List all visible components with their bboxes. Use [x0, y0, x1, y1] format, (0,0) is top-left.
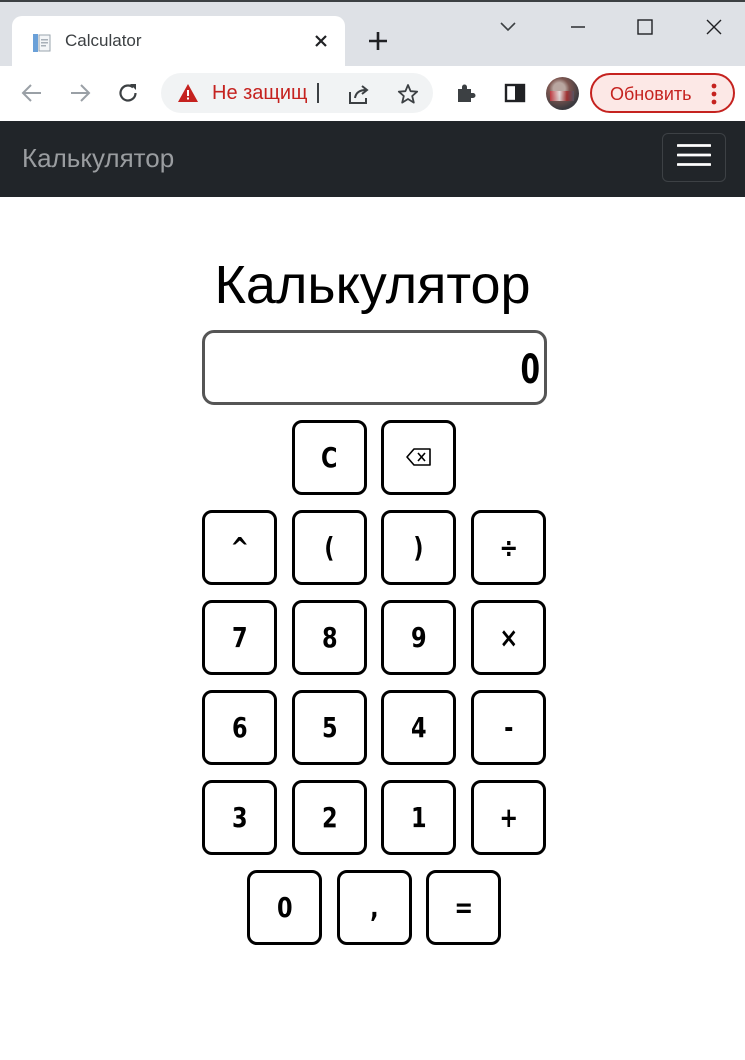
bookmark-star-icon[interactable] [396, 82, 420, 106]
forward-arrow-icon[interactable] [66, 79, 94, 107]
security-warning-text[interactable]: Не защищ [212, 82, 308, 105]
browser-toolbar: Не защищ Обновить [0, 66, 745, 121]
extensions-puzzle-icon[interactable] [453, 80, 479, 106]
plus-button[interactable]: + [471, 780, 546, 855]
browser-tab-strip: Calculator [0, 0, 745, 68]
profile-avatar[interactable] [546, 77, 579, 110]
digit-7-button[interactable]: 7 [202, 600, 277, 675]
page-favicon-icon [31, 32, 53, 54]
digit-5-button[interactable]: 5 [292, 690, 367, 765]
new-tab-icon[interactable] [366, 29, 390, 53]
digit-0-button[interactable]: 0 [247, 870, 322, 945]
page-title: Калькулятор [214, 255, 531, 315]
reload-icon[interactable] [114, 79, 142, 107]
update-button-label: Обновить [610, 84, 692, 104]
close-paren-button[interactable]: ) [381, 510, 456, 585]
minus-button[interactable]: - [471, 690, 546, 765]
back-arrow-icon[interactable] [18, 79, 46, 107]
maximize-icon[interactable] [632, 14, 658, 40]
update-browser-button[interactable]: Обновить [590, 73, 735, 113]
open-paren-button[interactable]: ( [292, 510, 367, 585]
calculator-display: 0 [202, 330, 547, 405]
divide-button[interactable]: ÷ [471, 510, 546, 585]
address-bar[interactable]: Не защищ [161, 73, 433, 113]
warning-icon[interactable] [177, 83, 199, 103]
share-icon[interactable] [347, 82, 371, 106]
backspace-icon [405, 441, 433, 474]
digit-2-button[interactable]: 2 [292, 780, 367, 855]
digit-3-button[interactable]: 3 [202, 780, 277, 855]
window-close-icon[interactable] [701, 14, 727, 40]
side-panel-icon[interactable] [502, 80, 528, 106]
menu-dots-icon[interactable] [710, 83, 718, 105]
digit-6-button[interactable]: 6 [202, 690, 277, 765]
tab-title: Calculator [65, 31, 142, 50]
site-navbar: Калькулятор [0, 121, 745, 197]
minimize-icon[interactable] [565, 14, 591, 40]
digit-4-button[interactable]: 4 [381, 690, 456, 765]
navbar-toggle-button[interactable] [662, 133, 726, 182]
comma-button[interactable]: , [337, 870, 412, 945]
display-value: 0 [520, 347, 540, 393]
power-button[interactable]: ^ [202, 510, 277, 585]
backspace-button[interactable] [381, 420, 456, 495]
digit-1-button[interactable]: 1 [381, 780, 456, 855]
navbar-brand[interactable]: Калькулятор [22, 143, 174, 174]
multiply-button[interactable]: × [471, 600, 546, 675]
text-cursor [317, 83, 319, 103]
tab-search-chevron-down-icon[interactable] [495, 14, 521, 40]
browser-tab[interactable]: Calculator [12, 16, 345, 68]
close-tab-icon[interactable] [310, 30, 332, 52]
digit-9-button[interactable]: 9 [381, 600, 456, 675]
hamburger-menu-icon [676, 143, 712, 172]
digit-8-button[interactable]: 8 [292, 600, 367, 675]
equals-button[interactable]: = [426, 870, 501, 945]
clear-button[interactable]: C [292, 420, 367, 495]
